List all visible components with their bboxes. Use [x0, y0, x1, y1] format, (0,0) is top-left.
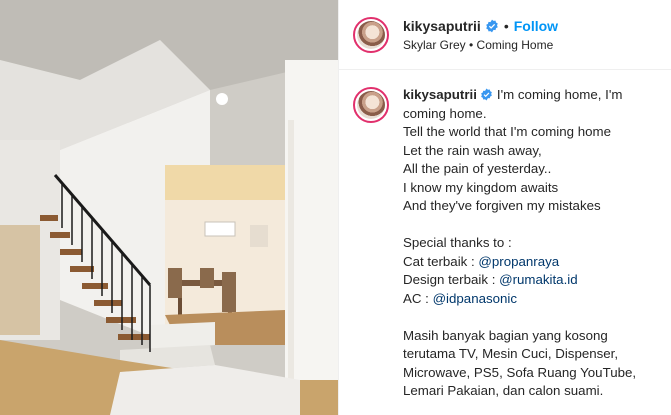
caption-lyrics: I'm coming home, I'm coming home. Tell t… — [403, 87, 623, 213]
credit-label: Design terbaik : — [403, 272, 500, 287]
caption-closing: Masih banyak bagian yang kosong terutama… — [403, 327, 640, 399]
caption-avatar[interactable] — [353, 87, 389, 123]
verified-badge-icon — [486, 19, 498, 32]
thanks-heading: Special thanks to : — [403, 235, 512, 250]
instagram-post: kikysaputrii • Follow Skylar Grey • Comi… — [0, 0, 671, 415]
mention-link[interactable]: @propanraya — [478, 254, 559, 269]
mention-link[interactable]: @rumakita.id — [499, 272, 578, 287]
mention-link[interactable]: @idpanasonic — [433, 291, 517, 306]
separator-dot: • — [503, 17, 509, 34]
credit-label: AC : — [403, 290, 433, 306]
verified-badge-icon — [481, 88, 492, 101]
header-text: kikysaputrii • Follow Skylar Grey • Comi… — [403, 18, 558, 52]
post-photo[interactable] — [0, 0, 338, 415]
post-header: kikysaputrii • Follow Skylar Grey • Comi… — [339, 0, 671, 70]
follow-button[interactable]: Follow — [514, 18, 558, 34]
caption-username[interactable]: kikysaputrii — [403, 87, 477, 102]
header-username[interactable]: kikysaputrii — [403, 18, 481, 34]
caption: kikysaputrii I'm coming home, I'm coming … — [339, 70, 671, 401]
audio-link[interactable]: Skylar Grey • Coming Home — [403, 38, 558, 52]
avatar[interactable] — [353, 16, 389, 53]
staircase-interior-photo — [0, 0, 338, 415]
caption-text: kikysaputrii I'm coming home, I'm coming … — [403, 86, 649, 401]
post-sidebar: kikysaputrii • Follow Skylar Grey • Comi… — [338, 0, 671, 415]
credit-label: Cat terbaik : — [403, 253, 479, 269]
